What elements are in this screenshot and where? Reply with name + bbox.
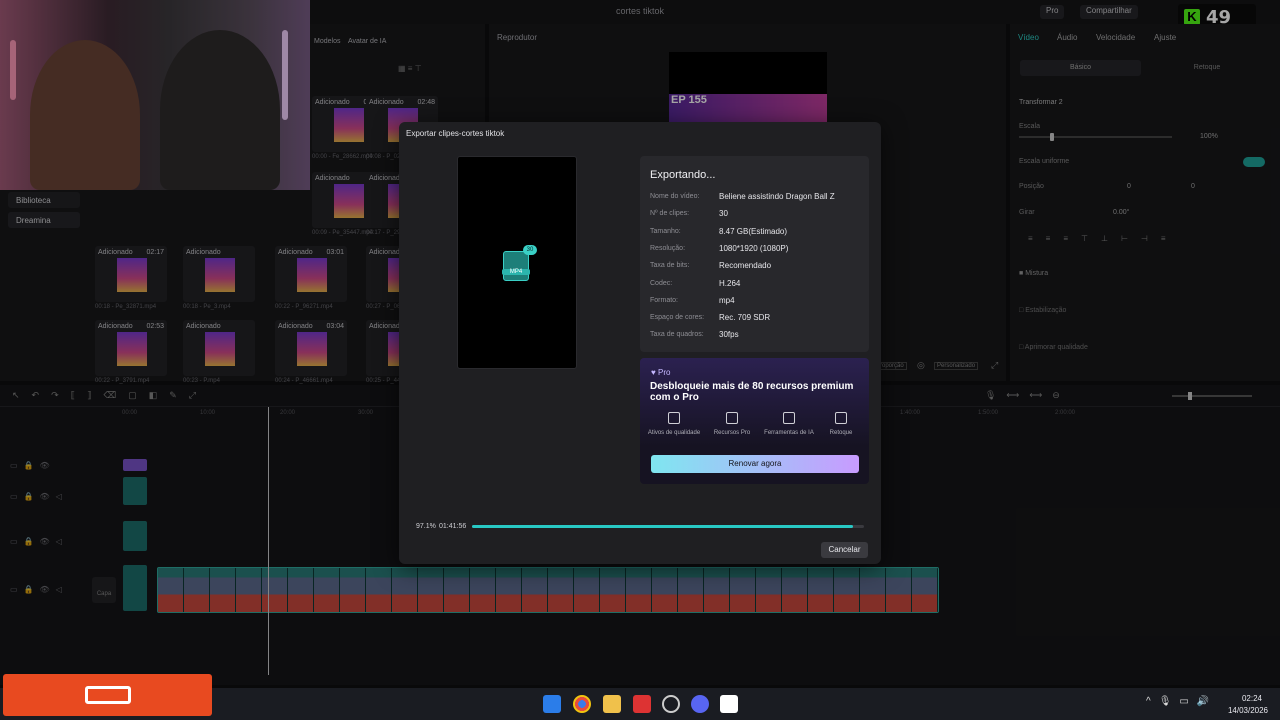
info-value: Beliene assistindo Dragon Ball Z bbox=[719, 192, 835, 201]
feature-quality-assets: Ativos de qualidade bbox=[647, 412, 701, 437]
info-value: H.264 bbox=[719, 278, 741, 288]
feature-label: Ativos de qualidade bbox=[647, 430, 701, 436]
cancel-button[interactable]: Cancelar bbox=[821, 542, 868, 558]
info-label: Nome do vídeo: bbox=[650, 193, 700, 200]
info-label: Codec: bbox=[650, 279, 673, 287]
chrome-icon[interactable] bbox=[573, 695, 591, 713]
obs-icon[interactable] bbox=[662, 695, 680, 713]
export-dialog: Exportar clipes-cortes tiktok MP4 30 Exp… bbox=[399, 122, 881, 564]
camera-banner bbox=[3, 674, 212, 716]
format-badge: MP4 bbox=[502, 269, 530, 275]
info-value: 8.47 GB(Estimado) bbox=[719, 226, 788, 236]
info-label: Resolução: bbox=[650, 244, 686, 252]
export-progress-fill bbox=[472, 525, 853, 528]
info-value: 30 bbox=[719, 209, 728, 219]
clock-time[interactable]: 02:24 bbox=[1242, 694, 1262, 703]
mp4-file-icon: MP4 30 bbox=[501, 245, 537, 281]
progress-percent: 97.1% bbox=[416, 523, 436, 530]
renew-now-button[interactable]: Renovar agora bbox=[651, 455, 859, 473]
info-label: Taxa de quadros: bbox=[650, 331, 704, 339]
info-value: mp4 bbox=[719, 295, 735, 305]
info-label: Taxa de bits: bbox=[650, 262, 690, 270]
discord-icon[interactable] bbox=[691, 695, 709, 713]
export-preview: MP4 30 bbox=[457, 156, 577, 369]
feature-retouch: Retoque bbox=[814, 412, 868, 437]
info-value: Rec. 709 SDR bbox=[719, 313, 771, 323]
clip-count-badge: 30 bbox=[523, 245, 537, 255]
image-icon bbox=[668, 412, 680, 424]
feature-pro-resources: Recursos Pro bbox=[705, 412, 759, 437]
system-tray-icons[interactable]: ^🎙▭🔊 bbox=[1146, 696, 1217, 707]
pro-promo-card: ♥ Pro Desbloqueie mais de 80 recursos pr… bbox=[640, 358, 869, 484]
capcut-icon[interactable] bbox=[720, 695, 738, 713]
info-label: Espaço de cores: bbox=[650, 314, 705, 322]
info-value: 30fps bbox=[719, 330, 739, 340]
info-value: 1080*1920 (1080P) bbox=[719, 243, 789, 253]
feature-label: Ferramentas de IA bbox=[764, 430, 814, 436]
info-label: Formato: bbox=[650, 296, 679, 304]
promo-title: Desbloqueie mais de 80 recursos premium … bbox=[650, 381, 854, 403]
info-label: Tamanho: bbox=[650, 227, 681, 235]
camera-icon bbox=[85, 686, 131, 704]
export-progress-bar bbox=[472, 525, 864, 528]
dialog-title: Exportar clipes-cortes tiktok bbox=[406, 129, 505, 138]
pro-badge-label: Pro bbox=[657, 368, 671, 377]
export-heading: Exportando... bbox=[650, 169, 716, 181]
grid-icon bbox=[726, 412, 738, 424]
feature-label: Recursos Pro bbox=[713, 430, 751, 436]
magic-wand-icon bbox=[783, 412, 795, 424]
feature-label: Retoque bbox=[829, 430, 853, 436]
clock-date[interactable]: 14/03/2026 bbox=[1228, 706, 1268, 715]
info-value: Recomendado bbox=[719, 261, 772, 271]
pro-badge: ♥ Pro bbox=[651, 368, 671, 377]
start-menu-icon[interactable] bbox=[543, 695, 561, 713]
elapsed-time: 01:41:56 bbox=[439, 523, 467, 530]
face-retouch-icon bbox=[835, 412, 847, 424]
info-label: Nº de clipes: bbox=[650, 210, 690, 218]
export-info: Exportando... Nome do vídeo: Beliene assi… bbox=[640, 156, 869, 352]
file-explorer-icon[interactable] bbox=[603, 695, 621, 713]
media-app-icon[interactable] bbox=[633, 695, 651, 713]
feature-ai-tools: Ferramentas de IA bbox=[762, 412, 816, 437]
